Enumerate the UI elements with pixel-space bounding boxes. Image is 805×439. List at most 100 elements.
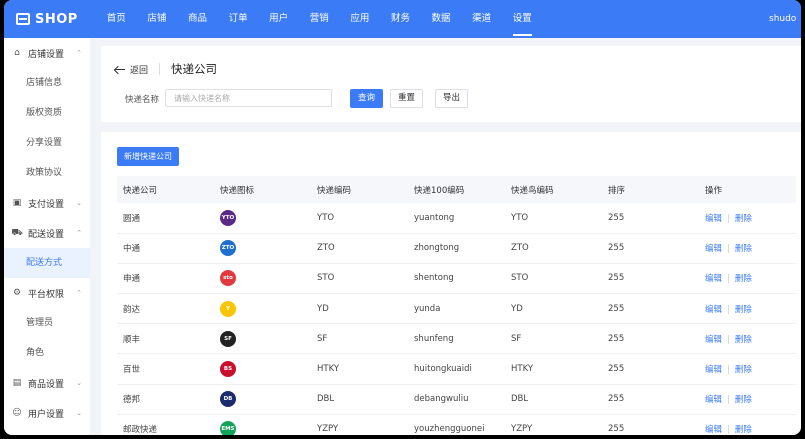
actions-cell: 编辑 | 删除 — [699, 293, 796, 325]
nav-item[interactable]: 商品 — [177, 0, 218, 38]
sort-cell: 255 — [602, 233, 699, 264]
code100-cell: zhongtong — [408, 233, 505, 264]
edit-link[interactable]: 编辑 — [705, 305, 722, 315]
sidebar-group[interactable]: ⚙ 平台权限 ⌃ — [4, 278, 90, 308]
edit-link[interactable]: 编辑 — [705, 274, 722, 284]
edit-link[interactable]: 编辑 — [705, 395, 722, 405]
delete-link[interactable]: 删除 — [735, 335, 752, 345]
column-header: 快递100编码 — [408, 176, 505, 203]
code-cell: YTO — [311, 203, 408, 234]
nav-item[interactable]: 数据 — [421, 0, 462, 38]
action-separator: | — [727, 425, 730, 435]
company-logo-icon: Y — [220, 300, 236, 317]
column-header: 快递鸟编码 — [505, 176, 602, 203]
sidebar-item[interactable]: 分享设置 — [4, 128, 90, 158]
company-logo-cell: ZTO — [214, 233, 311, 264]
nav-item[interactable]: 设置 — [502, 0, 543, 38]
company-name-cell: 中通 — [117, 233, 214, 264]
nav-item[interactable]: 订单 — [218, 0, 259, 38]
sidebar-item[interactable]: 角色 — [4, 338, 90, 368]
actions-cell: 编辑 | 删除 — [699, 203, 796, 234]
express-name-input[interactable] — [165, 89, 332, 107]
back-label: 返回 — [130, 66, 149, 76]
sidebar-item[interactable]: 管理员 — [4, 308, 90, 338]
column-header: 快递公司 — [117, 176, 214, 203]
codeniao-cell: STO — [505, 263, 602, 295]
chevron-icon: ⌃ — [76, 229, 82, 237]
code-cell: SF — [311, 323, 408, 355]
user-name[interactable]: shudo — [769, 0, 801, 38]
company-logo-icon: DB — [220, 391, 236, 408]
sidebar-group-label: 平台权限 — [28, 289, 65, 300]
sidebar-group[interactable]: ▤ 商品设置 ⌄ — [4, 368, 90, 398]
edit-link[interactable]: 编辑 — [705, 335, 722, 345]
code100-cell: youzhengguonei — [408, 414, 505, 435]
codeniao-cell: YTO — [505, 203, 602, 234]
company-name-cell: 圆通 — [117, 203, 214, 234]
table-row: 中通 ZTO ZTO zhongtong ZTO 255 编辑 | 删除 — [117, 233, 796, 264]
code100-cell: debangwuliu — [408, 384, 505, 415]
reset-button[interactable]: 重置 — [390, 89, 423, 108]
actions-cell: 编辑 | 删除 — [699, 263, 796, 295]
action-separator: | — [727, 274, 730, 285]
delete-link[interactable]: 删除 — [735, 425, 752, 435]
table-header-row: 快递公司 快递图标 快递编码 快递100编码 快递鸟编码 排序 操作 — [117, 176, 796, 203]
company-logo-cell: YTO — [214, 203, 311, 234]
sort-cell: 255 — [602, 323, 699, 355]
codeniao-cell: DBL — [505, 384, 602, 415]
code100-cell: huitongkuaidi — [408, 353, 505, 385]
table-row: 韵达 Y YD yunda YD 255 编辑 | 删除 — [117, 293, 796, 325]
company-logo-icon: BS — [220, 361, 236, 378]
action-separator: | — [727, 334, 730, 345]
sort-cell: 255 — [602, 263, 699, 295]
delete-link[interactable]: 删除 — [735, 365, 752, 375]
chevron-icon: ⌄ — [76, 409, 82, 417]
company-name-cell: 邮政快递 — [117, 414, 214, 435]
title-divider — [159, 63, 160, 75]
column-header: 快递编码 — [311, 176, 408, 203]
sidebar-group[interactable]: ☺ 用户设置 ⌄ — [4, 398, 90, 428]
nav-item[interactable]: 首页 — [96, 0, 137, 38]
sidebar-item[interactable]: 政策协议 — [4, 158, 90, 188]
sidebar-item[interactable]: 店铺信息 — [4, 68, 90, 98]
sidebar-item[interactable]: 配送方式 — [4, 248, 90, 278]
nav-item[interactable]: 营销 — [299, 0, 340, 38]
export-button[interactable]: 导出 — [435, 89, 468, 108]
back-button[interactable]: 返回 — [115, 63, 148, 76]
company-logo-cell: BS — [214, 353, 311, 385]
delete-link[interactable]: 删除 — [735, 244, 752, 254]
table-row: 百世 BS HTKY huitongkuaidi HTKY 255 编辑 | 删除 — [117, 353, 796, 385]
company-logo-cell: SF — [214, 323, 311, 355]
sidebar-item[interactable]: 版权资质 — [4, 98, 90, 128]
edit-link[interactable]: 编辑 — [705, 244, 722, 254]
company-logo-icon: sto — [220, 270, 236, 287]
express-list-card: 新增快递公司 快递公司 快递图标 快递编码 快递100编码 快递鸟编码 排序 操作 圆通 YT… — [101, 132, 801, 435]
shop-logo-icon — [16, 13, 30, 25]
code-cell: ZTO — [311, 233, 408, 264]
delete-link[interactable]: 删除 — [735, 395, 752, 405]
company-logo-icon: YTO — [220, 209, 236, 226]
nav-item[interactable]: 用户 — [258, 0, 299, 38]
sidebar-group[interactable]: ▣ 支付设置 ⌄ — [4, 188, 90, 218]
code100-cell: yuantong — [408, 203, 505, 234]
nav-item[interactable]: 渠道 — [461, 0, 502, 38]
filter-name-label: 快递名称 — [125, 95, 160, 105]
search-button[interactable]: 查询 — [350, 89, 383, 108]
column-header: 快递图标 — [214, 176, 311, 203]
delete-link[interactable]: 删除 — [735, 305, 752, 315]
nav-item[interactable]: 店铺 — [137, 0, 178, 38]
nav-item[interactable]: 应用 — [340, 0, 381, 38]
edit-link[interactable]: 编辑 — [705, 214, 722, 224]
edit-link[interactable]: 编辑 — [705, 425, 722, 435]
edit-link[interactable]: 编辑 — [705, 365, 722, 375]
delete-link[interactable]: 删除 — [735, 214, 752, 224]
app-logo[interactable]: SHOP — [4, 12, 96, 27]
nav-item[interactable]: 财务 — [380, 0, 421, 38]
sidebar-group-label: 用户设置 — [28, 409, 65, 420]
sidebar-group[interactable]: ⌂ 店铺设置 ⌃ — [4, 38, 90, 68]
filter-card: 返回 快递公司 快递名称 查询 重置 导出 — [101, 46, 801, 122]
actions-cell: 编辑 | 删除 — [699, 323, 796, 355]
delete-link[interactable]: 删除 — [735, 274, 752, 284]
add-express-company-button[interactable]: 新增快递公司 — [117, 147, 179, 166]
sidebar-group[interactable]: ⛟ 配送设置 ⌃ — [4, 218, 90, 248]
